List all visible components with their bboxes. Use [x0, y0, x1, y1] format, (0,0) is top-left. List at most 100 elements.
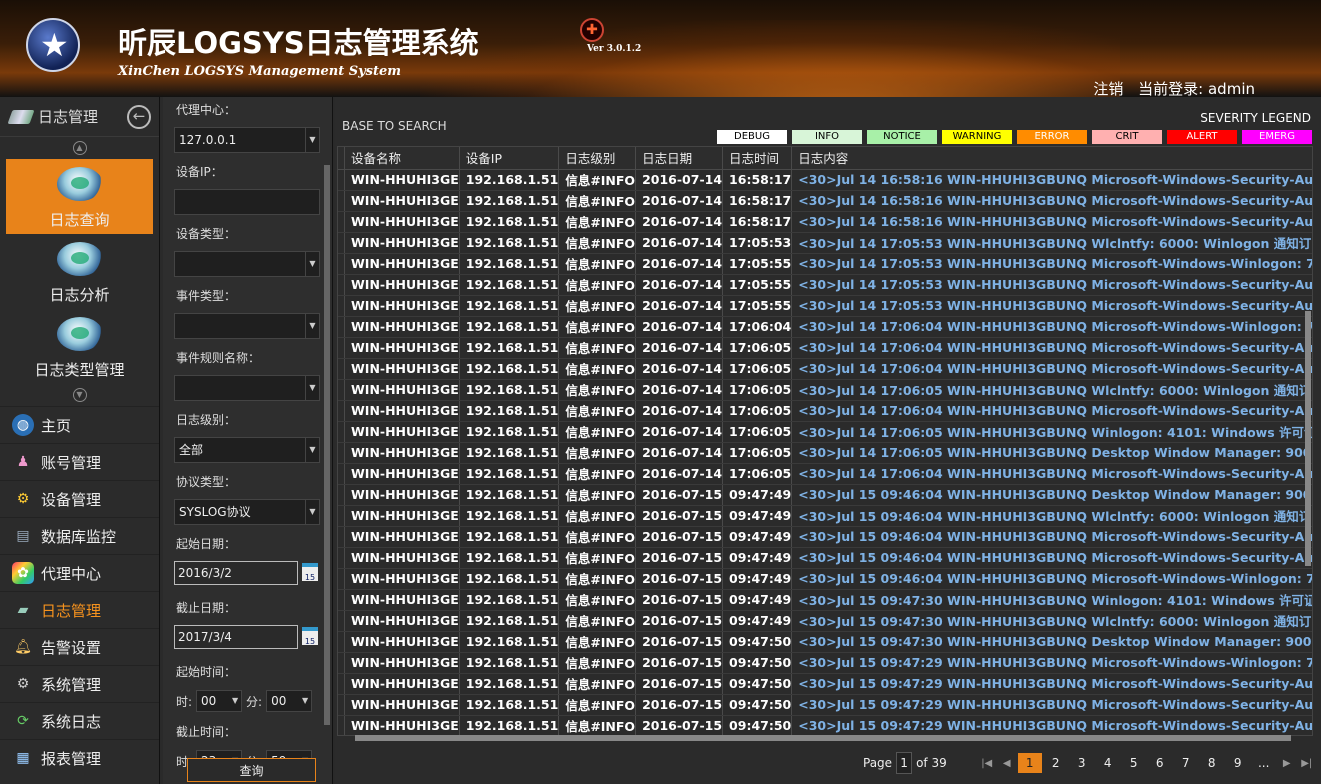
- table-row[interactable]: WIN-HHUHI3GE 192.168.1.51 信息#INFO 2016-07-1…: [338, 694, 1312, 716]
- column-header-log-content[interactable]: 日志内容: [791, 147, 1312, 170]
- column-header-device-name[interactable]: 设备名称: [344, 147, 460, 170]
- first-page-icon[interactable]: |◀: [980, 758, 994, 769]
- sidebar-item-reports[interactable]: ▦ 报表管理: [0, 739, 159, 776]
- table-row[interactable]: WIN-HHUHI3GE 192.168.1.51 信息#INFO 2016-07-1…: [338, 211, 1312, 233]
- table-row[interactable]: WIN-HHUHI3GE 192.168.1.51 信息#INFO 2016-07-1…: [338, 547, 1312, 569]
- cell-log-date: 2016-07-15: [635, 568, 724, 590]
- rule-name-select[interactable]: ▼: [174, 375, 320, 401]
- user-icon: ♟: [16, 454, 30, 470]
- logout-link[interactable]: 注销: [1093, 80, 1123, 97]
- table-row[interactable]: WIN-HHUHI3GE 192.168.1.51 信息#INFO 2016-07-1…: [338, 379, 1312, 401]
- cell-log-level: 信息#INFO: [558, 316, 637, 338]
- table-row[interactable]: WIN-HHUHI3GE 192.168.1.51 信息#INFO 2016-07-1…: [338, 568, 1312, 590]
- column-header-device-ip[interactable]: 设备IP: [459, 147, 560, 170]
- cell-log-date: 2016-07-15: [635, 505, 724, 527]
- page-link[interactable]: 3: [1070, 753, 1094, 773]
- sidebar-item-label: 报表管理: [41, 749, 102, 768]
- start-hour-value: 00: [201, 694, 217, 708]
- start-minute-select[interactable]: 00 ▼: [266, 690, 313, 712]
- page-link[interactable]: 4: [1096, 753, 1120, 773]
- table-row[interactable]: WIN-HHUHI3GE 192.168.1.51 信息#INFO 2016-07-1…: [338, 358, 1312, 380]
- page-link[interactable]: 9: [1226, 753, 1250, 773]
- table-row[interactable]: WIN-HHUHI3GE 192.168.1.51 信息#INFO 2016-07-1…: [338, 484, 1312, 506]
- nav-log-analysis[interactable]: 日志分析: [6, 234, 153, 309]
- device-ip-input[interactable]: [174, 189, 320, 215]
- end-date-input[interactable]: 2017/3/4: [174, 625, 298, 649]
- query-button[interactable]: 查询: [187, 758, 316, 782]
- page-link[interactable]: 6: [1148, 753, 1172, 773]
- table-row[interactable]: WIN-HHUHI3GE 192.168.1.51 信息#INFO 2016-07-1…: [338, 274, 1312, 296]
- table-row[interactable]: WIN-HHUHI3GE 192.168.1.51 信息#INFO 2016-07-1…: [338, 526, 1312, 548]
- table-row[interactable]: WIN-HHUHI3GE 192.168.1.51 信息#INFO 2016-07-1…: [338, 190, 1312, 212]
- table-row[interactable]: WIN-HHUHI3GE 192.168.1.51 信息#INFO 2016-07-1…: [338, 631, 1312, 653]
- table-row[interactable]: WIN-HHUHI3GE 192.168.1.51 信息#INFO 2016-07-1…: [338, 673, 1312, 695]
- event-type-select[interactable]: ▼: [174, 313, 320, 339]
- cell-log-time: 09:47:50: [722, 652, 793, 674]
- protocol-select[interactable]: SYSLOG协议 ▼: [174, 499, 320, 525]
- table-row[interactable]: WIN-HHUHI3GE 192.168.1.51 信息#INFO 2016-07-1…: [338, 337, 1312, 359]
- cell-log-level: 信息#INFO: [558, 568, 637, 590]
- chevron-down-icon: ▼: [231, 696, 239, 705]
- vertical-scroll-thumb[interactable]: [1305, 311, 1311, 566]
- table-row[interactable]: WIN-HHUHI3GE 192.168.1.51 信息#INFO 2016-07-1…: [338, 232, 1312, 254]
- sidebar-item-accounts[interactable]: ♟ 账号管理: [0, 443, 159, 480]
- sidebar-item-system[interactable]: ⚙ 系统管理: [0, 665, 159, 702]
- page-link[interactable]: 1: [1017, 753, 1042, 773]
- sidebar-item-devices[interactable]: ⚙ 设备管理: [0, 480, 159, 517]
- next-page-icon[interactable]: ▶: [1280, 758, 1294, 769]
- column-header-log-date[interactable]: 日志日期: [635, 147, 724, 170]
- last-page-icon[interactable]: ▶|: [1300, 758, 1314, 769]
- table-vertical-scrollbar[interactable]: [1303, 146, 1313, 736]
- page-link[interactable]: 5: [1122, 753, 1146, 773]
- table-row[interactable]: WIN-HHUHI3GE 192.168.1.51 信息#INFO 2016-07-1…: [338, 421, 1312, 443]
- table-row[interactable]: WIN-HHUHI3GE 192.168.1.51 信息#INFO 2016-07-1…: [338, 505, 1312, 527]
- column-header-log-time[interactable]: 日志时间: [722, 147, 793, 170]
- table-row[interactable]: WIN-HHUHI3GE 192.168.1.51 信息#INFO 2016-07-1…: [338, 463, 1312, 485]
- sidebar-item-home[interactable]: ◍ 主页: [0, 406, 159, 443]
- current-page-input[interactable]: 1: [896, 752, 913, 774]
- page-link[interactable]: 2: [1044, 753, 1068, 773]
- agent-select[interactable]: 127.0.0.1 ▼: [174, 127, 320, 153]
- filter-scrollbar[interactable]: [322, 105, 332, 765]
- calendar-icon[interactable]: 15: [302, 563, 318, 582]
- scroll-down-icon[interactable]: ▼: [72, 388, 87, 402]
- horizontal-scroll-thumb[interactable]: [355, 735, 1291, 741]
- prev-page-icon[interactable]: ◀: [1000, 758, 1014, 769]
- table-row[interactable]: WIN-HHUHI3GE 192.168.1.51 信息#INFO 2016-07-1…: [338, 610, 1312, 632]
- page-link[interactable]: 7: [1174, 753, 1198, 773]
- cell-log-content: <30>Jul 14 17:05:53 WIN-HHUHI3GBUNQ Micr…: [791, 295, 1312, 317]
- filter-scroll-thumb[interactable]: [324, 165, 330, 725]
- start-time-row: 时: 00 ▼ 分: 00 ▼: [163, 689, 332, 713]
- table-row[interactable]: WIN-HHUHI3GE 192.168.1.51 信息#INFO 2016-07-1…: [338, 169, 1312, 191]
- device-type-select[interactable]: ▼: [174, 251, 320, 277]
- cell-log-time: 17:06:05: [722, 379, 793, 401]
- nav-log-query[interactable]: 日志查询: [6, 159, 153, 234]
- page-link[interactable]: ...: [1252, 753, 1276, 773]
- page-link[interactable]: 8: [1200, 753, 1224, 773]
- sidebar-item-database[interactable]: ▤ 数据库监控: [0, 517, 159, 554]
- start-hour-select[interactable]: 00 ▼: [196, 690, 243, 712]
- cell-log-level: 信息#INFO: [558, 169, 637, 191]
- log-level-select[interactable]: 全部 ▼: [174, 437, 320, 463]
- table-row[interactable]: WIN-HHUHI3GE 192.168.1.51 信息#INFO 2016-07-1…: [338, 442, 1312, 464]
- column-header-log-level[interactable]: 日志级别: [558, 147, 637, 170]
- sidebar-item-agent[interactable]: ✿ 代理中心: [0, 554, 159, 591]
- table-row[interactable]: WIN-HHUHI3GE 192.168.1.51 信息#INFO 2016-07-1…: [338, 589, 1312, 611]
- cell-log-level: 信息#INFO: [558, 484, 637, 506]
- nav-log-type-management[interactable]: 日志类型管理: [6, 309, 153, 384]
- sidebar-item-syslog[interactable]: ⟳ 系统日志: [0, 702, 159, 739]
- sidebar-item-alerts[interactable]: 🔔︎ 告警设置: [0, 628, 159, 665]
- table-row[interactable]: WIN-HHUHI3GE 192.168.1.51 信息#INFO 2016-07-1…: [338, 400, 1312, 422]
- table-horizontal-scrollbar[interactable]: [353, 733, 1303, 743]
- cell-log-level: 信息#INFO: [558, 610, 637, 632]
- cell-log-content: <30>Jul 14 16:58:16 WIN-HHUHI3GBUNQ Micr…: [791, 211, 1312, 233]
- table-row[interactable]: WIN-HHUHI3GE 192.168.1.51 信息#INFO 2016-07-1…: [338, 652, 1312, 674]
- table-row[interactable]: WIN-HHUHI3GE 192.168.1.51 信息#INFO 2016-07-1…: [338, 316, 1312, 338]
- collapse-back-icon[interactable]: ←: [127, 105, 151, 129]
- table-row[interactable]: WIN-HHUHI3GE 192.168.1.51 信息#INFO 2016-07-1…: [338, 253, 1312, 275]
- calendar-icon[interactable]: 15: [302, 627, 318, 646]
- sidebar-item-log-management[interactable]: ▰ 日志管理: [0, 591, 159, 628]
- table-row[interactable]: WIN-HHUHI3GE 192.168.1.51 信息#INFO 2016-07-1…: [338, 295, 1312, 317]
- scroll-up-icon[interactable]: ▲: [72, 141, 87, 155]
- start-date-input[interactable]: 2016/3/2: [174, 561, 298, 585]
